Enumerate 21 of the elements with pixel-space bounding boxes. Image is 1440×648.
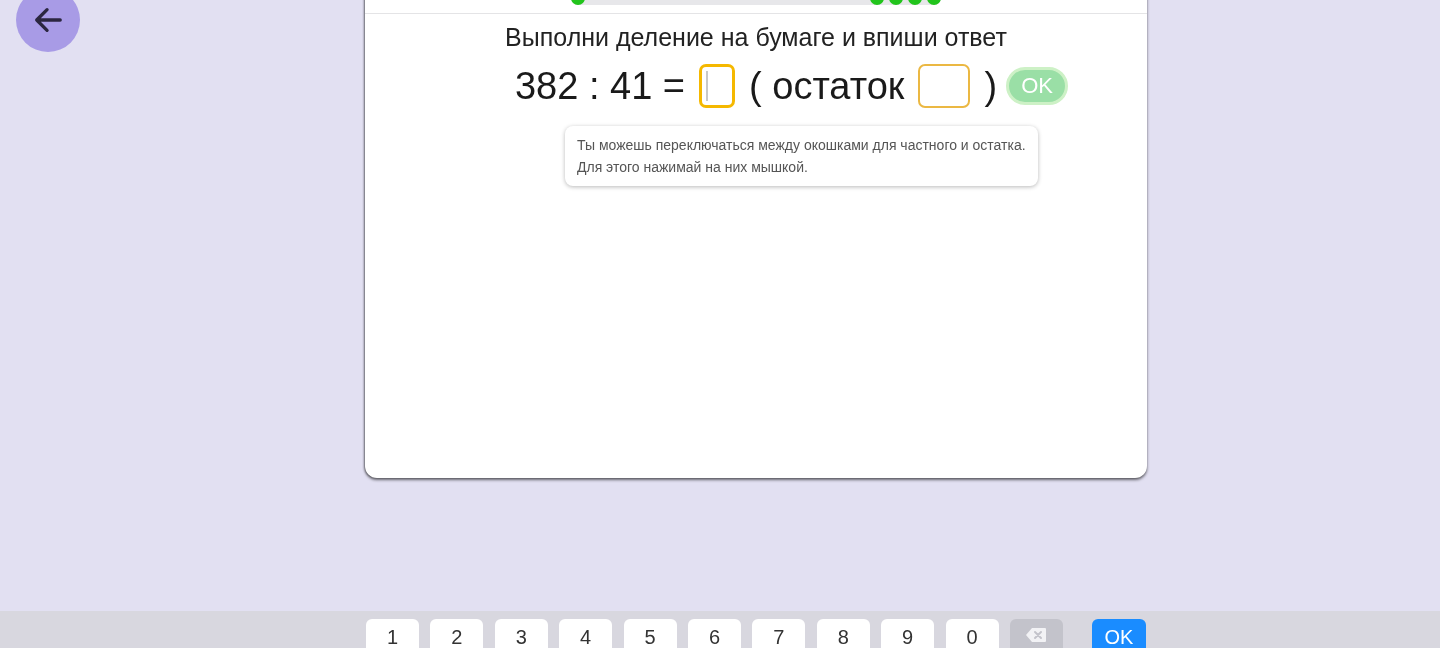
digit-key[interactable]: 1 [366, 619, 419, 648]
division-expression: 382 : 41 = [514, 64, 686, 108]
digit-key[interactable]: 5 [623, 619, 677, 648]
digit-key[interactable]: 6 [687, 619, 741, 648]
digit-key[interactable]: 9 [881, 619, 935, 648]
quotient-field[interactable] [699, 64, 736, 108]
digit-key[interactable]: 8 [816, 619, 870, 648]
digit-key[interactable]: 2 [430, 619, 484, 648]
digit-key[interactable]: 3 [494, 619, 548, 648]
backspace-icon [1025, 627, 1048, 643]
digit-key[interactable]: 0 [945, 619, 999, 648]
text-cursor-icon [706, 71, 709, 101]
digit-key[interactable]: 7 [752, 619, 806, 648]
digit-key[interactable]: 4 [559, 619, 613, 648]
closing-bracket: ) [984, 64, 998, 108]
remainder-field[interactable] [918, 64, 971, 108]
task-title: Выполни деление на бумаге и впиши ответ [505, 22, 1007, 52]
remainder-label: ( остаток [749, 64, 905, 108]
back-button[interactable] [16, 0, 80, 52]
backspace-key[interactable] [1009, 619, 1063, 648]
hint-tooltip: Ты можешь переключаться между окошками для частного и остатка. Для этого нажимай на них мышкой. [565, 126, 1038, 186]
